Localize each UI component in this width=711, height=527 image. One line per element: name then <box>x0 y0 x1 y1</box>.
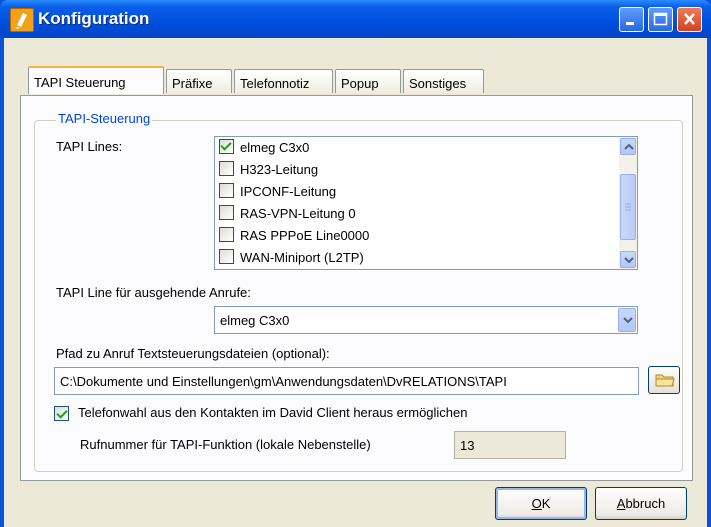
tapi-lines-label: TAPI Lines: <box>56 139 123 154</box>
title-bar[interactable]: Konfiguration <box>0 0 711 38</box>
path-value: C:\Dokumente und Einstellungen\gm\Anwend… <box>60 374 507 389</box>
tab-popup[interactable]: Popup <box>335 69 401 93</box>
tab-label: Präfixe <box>172 76 213 91</box>
cancel-label-rest: bbruch <box>625 496 666 511</box>
chevron-down-icon[interactable] <box>618 308 636 332</box>
tab-tapi-steuerung[interactable]: TAPI Steuerung <box>28 66 164 94</box>
tab-label: Telefonnotiz <box>240 76 310 91</box>
list-item-label: H323-Leitung <box>240 162 319 178</box>
list-item[interactable]: WAN-Miniport (L2TP) <box>219 249 364 271</box>
extension-value: 13 <box>460 438 475 453</box>
dial-option-label[interactable]: Telefonwahl aus den Kontakten im David C… <box>78 405 468 420</box>
checkbox[interactable] <box>219 161 234 177</box>
outgoing-line-select[interactable]: elmeg C3x0 <box>214 306 638 334</box>
checkbox[interactable] <box>219 183 234 199</box>
tab-sonstiges[interactable]: Sonstiges <box>403 69 484 93</box>
close-button[interactable] <box>677 7 702 32</box>
list-item[interactable]: elmeg C3x0 <box>219 139 309 161</box>
checkbox[interactable] <box>219 205 234 221</box>
tapi-lines-list[interactable]: elmeg C3x0 H323-Leitung IPCONF-Leitung R… <box>214 136 638 270</box>
path-label: Pfad zu Anruf Textsteuerungsdateien (opt… <box>56 346 330 361</box>
window-title: Konfiguration <box>38 9 150 28</box>
tab-label: Sonstiges <box>409 76 467 91</box>
checkbox[interactable] <box>219 139 234 155</box>
list-item[interactable]: H323-Leitung <box>219 161 318 183</box>
tab-label: TAPI Steuerung <box>34 75 126 90</box>
folder-icon <box>655 374 675 387</box>
app-icon <box>10 8 34 32</box>
list-item-label: RAS PPPoE Line0000 <box>240 228 370 244</box>
minimize-button[interactable] <box>619 7 644 32</box>
list-item-label: RAS-VPN-Leitung 0 <box>240 206 356 222</box>
group-legend: TAPI-Steuerung <box>56 111 153 126</box>
outgoing-line-label: TAPI Line für ausgehende Anrufe: <box>56 285 251 300</box>
list-item-label: WAN-Miniport (L2TP) <box>240 250 364 266</box>
tab-praefixe[interactable]: Präfixe <box>166 69 232 93</box>
checkbox[interactable] <box>219 249 234 265</box>
list-item[interactable]: RAS PPPoE Line0000 <box>219 227 369 249</box>
maximize-button[interactable] <box>648 7 673 32</box>
extension-field: 13 <box>454 431 566 459</box>
list-item[interactable]: RAS-VPN-Leitung 0 <box>219 205 356 227</box>
ok-label-rest: K <box>541 496 551 511</box>
scroll-thumb[interactable] <box>620 174 636 240</box>
ok-button[interactable]: OK <box>495 487 587 520</box>
list-item-label: elmeg C3x0 <box>240 140 310 156</box>
select-value: elmeg C3x0 <box>220 313 290 328</box>
browse-folder-button[interactable] <box>648 366 680 394</box>
list-item-label: IPCONF-Leitung <box>240 184 337 200</box>
tab-label: Popup <box>341 76 379 91</box>
ok-mnemonic: O <box>531 496 542 511</box>
scroll-up-button[interactable] <box>620 138 636 155</box>
path-input[interactable]: C:\Dokumente und Einstellungen\gm\Anwend… <box>54 367 639 395</box>
dial-option-checkbox[interactable] <box>54 406 69 421</box>
list-item[interactable]: IPCONF-Leitung <box>219 183 336 205</box>
checkbox[interactable] <box>219 227 234 243</box>
scroll-down-button[interactable] <box>620 251 636 268</box>
tab-telefonnotiz[interactable]: Telefonnotiz <box>234 69 333 93</box>
cancel-button[interactable]: Abbruch <box>595 487 687 520</box>
extension-label: Rufnummer für TAPI-Funktion (lokale Nebe… <box>80 437 371 452</box>
vertical-scrollbar[interactable] <box>619 137 637 269</box>
